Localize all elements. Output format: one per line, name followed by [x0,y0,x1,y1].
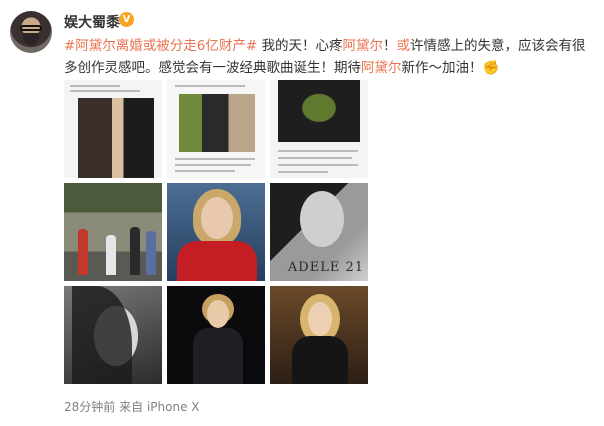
person-figure [78,229,88,275]
text-line [175,170,235,172]
photo [78,98,154,178]
text-line [175,85,245,87]
text-line [278,164,358,166]
post-text-part: 新作～加油！ [401,60,483,76]
dress [292,336,348,384]
person-figure [106,235,116,275]
text-line [175,158,255,160]
source-prefix: 来自 [119,400,144,414]
post-time[interactable]: 28分钟前 [64,400,115,414]
avatar-beard [23,33,39,45]
face [207,300,229,328]
username[interactable]: 娱大蜀黍 [64,12,120,32]
post-image-3[interactable] [270,80,368,178]
dress [193,328,243,384]
post-image-2[interactable] [167,80,265,178]
post-image-6[interactable]: ADELE 21 [270,183,368,281]
text-line [70,85,120,87]
verified-badge-icon: V [119,12,134,27]
fist-emoji-icon: ✊ [482,60,500,76]
face [308,302,332,336]
avatar[interactable] [10,11,52,53]
post-text-part: ！ [383,38,397,54]
post-image-5[interactable] [167,183,265,281]
hair [72,286,132,384]
avatar-glasses [20,25,42,31]
post-image-9[interactable] [270,286,368,384]
post-image-7[interactable] [64,286,162,384]
post-image-8[interactable] [167,286,265,384]
post-source[interactable]: iPhone X [147,400,200,414]
post-text-part: 我的天！心疼 [257,38,343,54]
hashtag-link[interactable]: #阿黛尔离婚或被分走6亿财产# [64,38,257,54]
face [300,191,344,247]
post-text: #阿黛尔离婚或被分走6亿财产# 我的天！心疼阿黛尔！或许情感上的失意，应该会有很… [64,35,588,79]
text-line [278,157,352,159]
person-figure [146,231,156,275]
post-meta: 28分钟前 来自 iPhone X [64,398,200,415]
album-title: ADELE 21 [287,260,364,275]
person-figure [130,227,140,275]
text-line [278,171,328,173]
mention-link[interactable]: 阿黛尔 [361,60,402,76]
post-image-4[interactable] [64,183,162,281]
text-line [175,164,251,166]
mention-link[interactable]: 或 [397,38,411,54]
text-line [70,90,140,92]
face [201,197,233,239]
post-image-1[interactable] [64,80,162,178]
red-coat [177,241,257,281]
photo [179,94,255,152]
text-line [278,150,358,152]
mention-link[interactable]: 阿黛尔 [343,38,384,54]
photo [278,80,360,142]
